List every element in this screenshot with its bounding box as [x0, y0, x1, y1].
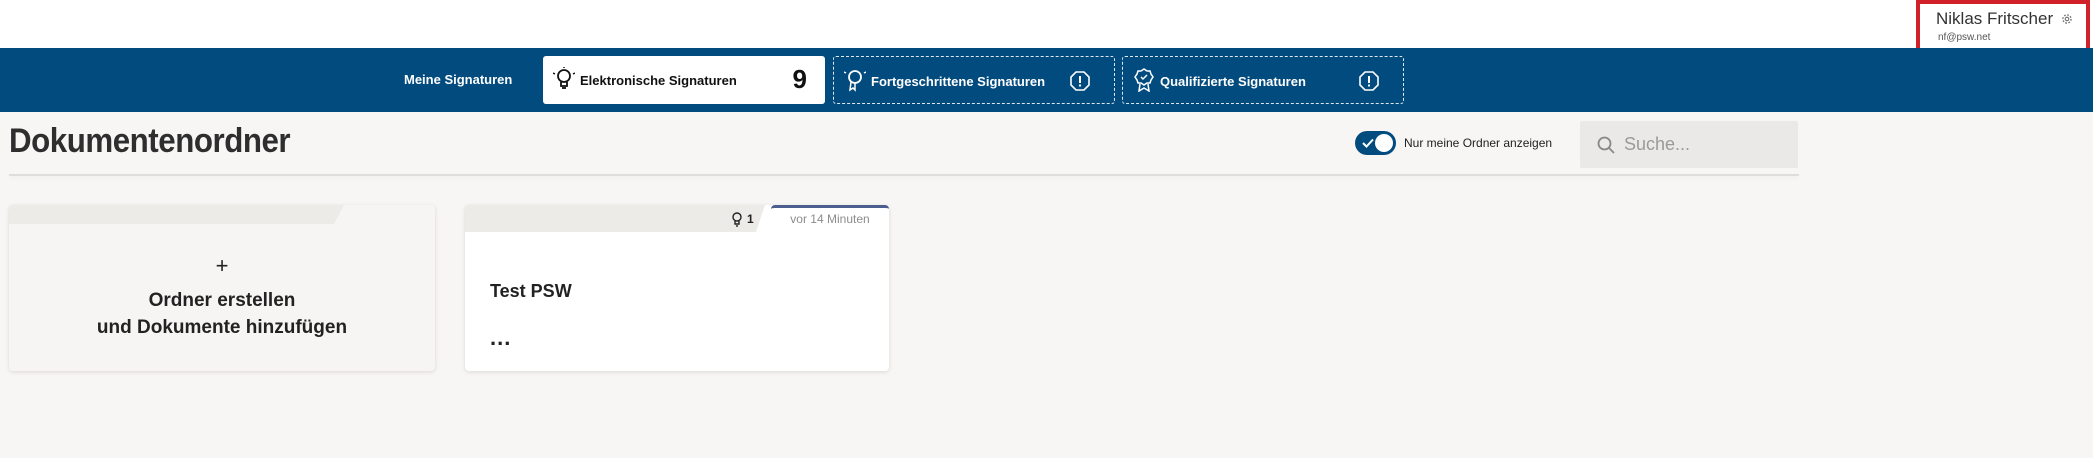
tab-advanced-signatures[interactable]: Fortgeschrittene Signaturen [833, 56, 1115, 104]
nav-label: Meine Signaturen [404, 72, 513, 87]
award-badge-icon [1134, 68, 1154, 92]
my-folders-toggle[interactable] [1355, 131, 1396, 155]
check-icon [1362, 138, 1374, 148]
lightbulb-icon [732, 211, 742, 227]
search-box[interactable] [1580, 121, 1798, 168]
tab-label: Fortgeschrittene Signaturen [871, 74, 1046, 89]
create-folder-line2: und Dokumente hinzufügen [96, 317, 348, 338]
alert-icon [1359, 71, 1379, 91]
folder-timestamp: vor 14 Minuten [771, 205, 889, 232]
search-icon [1597, 136, 1615, 154]
signature-count-value: 1 [747, 211, 754, 226]
create-folder-text: Ordner erstellen und Dokumente hinzufüge… [9, 287, 435, 341]
tab-electronic-signatures[interactable]: Elektronische Signaturen 9 [543, 56, 825, 104]
signature-nav: Meine Signaturen Elektronische Signature… [0, 48, 2093, 112]
search-input[interactable] [1624, 131, 1784, 157]
plus-icon: + [215, 253, 229, 278]
divider [9, 174, 1799, 176]
folder-tab [465, 205, 765, 232]
folder-card[interactable]: 1 vor 14 Minuten Test PSW ... [465, 205, 889, 371]
more-options-button[interactable]: ... [490, 325, 511, 351]
create-folder-card[interactable]: + Ordner erstellen und Dokumente hinzufü… [9, 205, 435, 371]
badge-pen-icon [844, 70, 866, 92]
folder-tab [9, 205, 344, 224]
toggle-label: Nur meine Ordner anzeigen [1404, 136, 1553, 150]
tab-label: Qualifizierte Signaturen [1160, 74, 1306, 89]
tab-label: Elektronische Signaturen [580, 73, 737, 88]
gear-icon[interactable] [2060, 12, 2074, 26]
page-title: Dokumentenordner [9, 122, 291, 160]
alert-icon [1070, 71, 1090, 91]
tab-qualified-signatures[interactable]: Qualifizierte Signaturen [1122, 56, 1404, 104]
toggle-knob [1375, 134, 1393, 152]
folder-signature-count: 1 [730, 210, 754, 227]
lightbulb-icon [553, 67, 575, 89]
signature-count: 9 [792, 64, 807, 94]
user-name: Niklas Fritscher [1936, 9, 2054, 28]
user-email: nf@psw.net [1938, 32, 1991, 43]
top-bar: Niklas Fritscher nf@psw.net [0, 0, 2093, 56]
folder-title: Test PSW [490, 281, 572, 301]
create-folder-line1: Ordner erstellen [148, 290, 296, 311]
